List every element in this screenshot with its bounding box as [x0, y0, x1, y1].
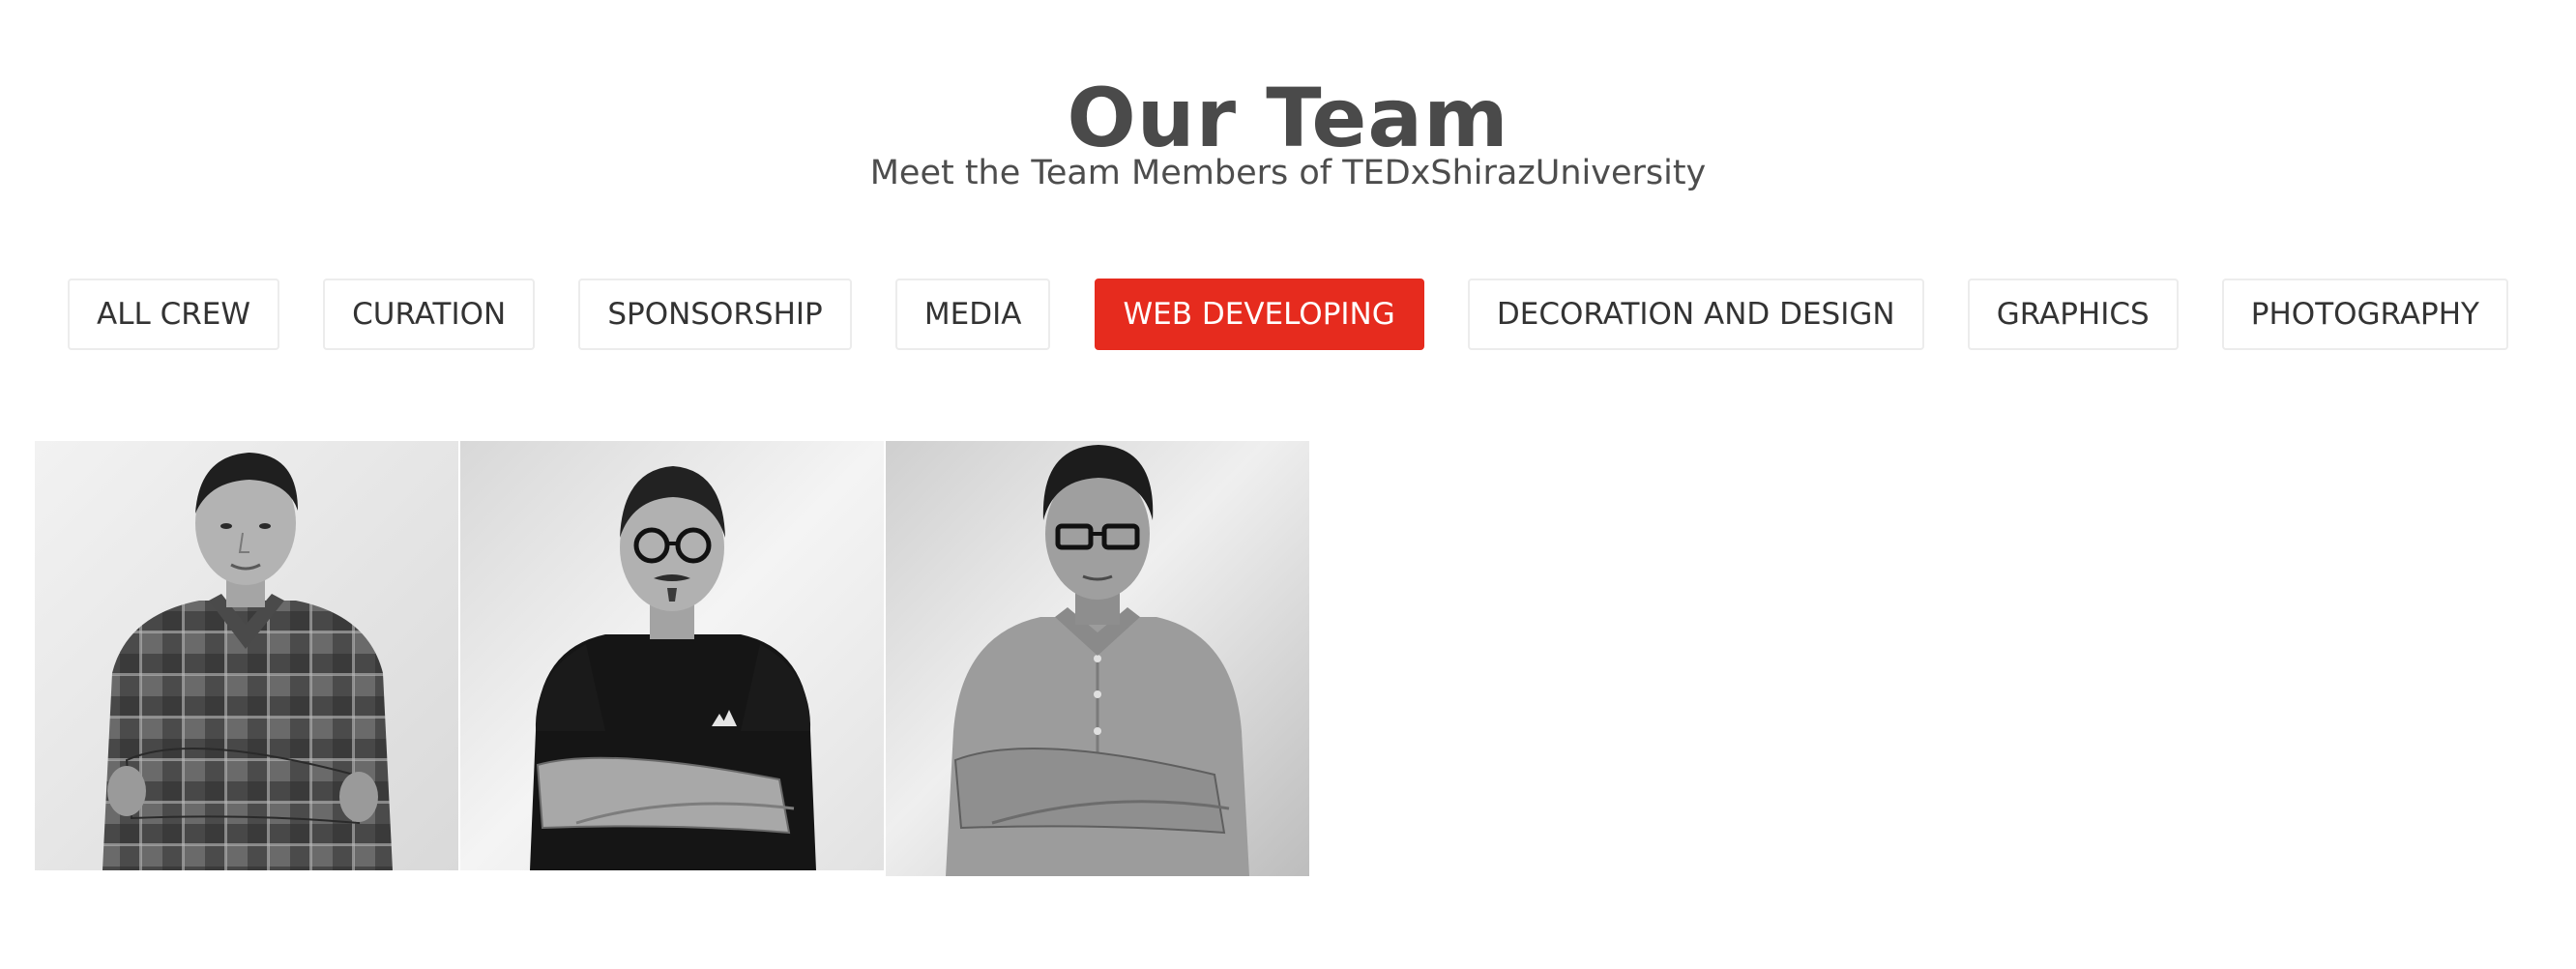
team-member-photo — [35, 441, 458, 870]
team-member-card[interactable] — [460, 441, 884, 870]
team-filter-bar: ALL CREW CURATION SPONSORSHIP MEDIA WEB … — [68, 277, 2508, 352]
filter-web-developing-button[interactable]: WEB DEVELOPING — [1094, 279, 1424, 350]
filter-sponsorship-button[interactable]: SPONSORSHIP — [578, 279, 852, 350]
filter-curation-button[interactable]: CURATION — [323, 279, 536, 350]
filter-decoration-and-design-button[interactable]: DECORATION AND DESIGN — [1467, 279, 1924, 350]
filter-media-button[interactable]: MEDIA — [894, 279, 1051, 350]
team-member-photo — [460, 441, 884, 870]
team-member-card[interactable] — [886, 441, 1309, 876]
team-member-card[interactable] — [35, 441, 458, 870]
filter-photography-button[interactable]: PHOTOGRAPHY — [2221, 279, 2508, 350]
filter-graphics-button[interactable]: GRAPHICS — [1967, 279, 2179, 350]
team-member-photo — [886, 441, 1309, 876]
page-subtitle: Meet the Team Members of TEDxShirazUnive… — [869, 154, 1707, 192]
filter-all-crew-button[interactable]: ALL CREW — [68, 279, 280, 350]
